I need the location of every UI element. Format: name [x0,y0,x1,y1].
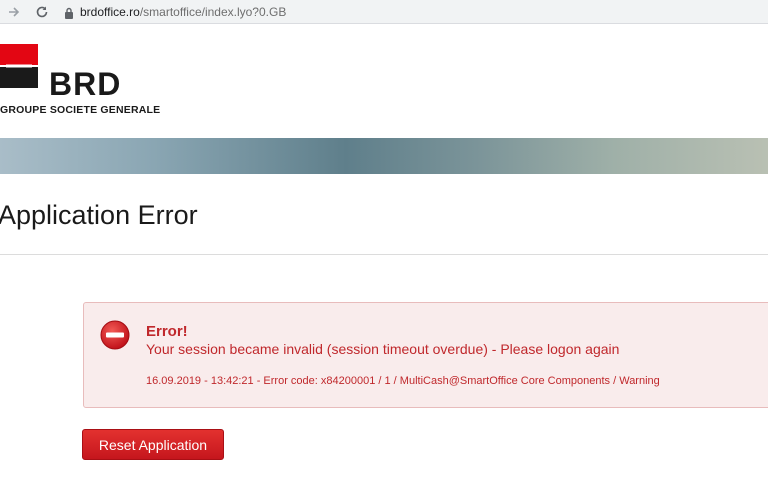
address-bar[interactable]: brdoffice.ro/smartoffice/index.lyo?0.GB [80,5,286,19]
forward-arrow-icon[interactable] [4,2,24,22]
error-heading: Error! [146,323,188,340]
error-stop-icon [100,320,130,350]
browser-toolbar: brdoffice.ro/smartoffice/index.lyo?0.GB [0,0,768,24]
reset-application-button[interactable]: Reset Application [82,429,224,460]
brd-logo-icon [0,44,38,88]
error-alert: Error! Your session became invalid (sess… [83,302,768,408]
logo-text: BRD [49,66,122,102]
logo-subtitle: GROUPE SOCIETE GENERALE [0,104,161,116]
lock-icon[interactable] [64,6,74,19]
site-header: BRD GROUPE SOCIETE GENERALE [0,24,768,138]
page-title: Application Error [0,200,198,230]
url-path: /smartoffice/index.lyo?0.GB [139,4,287,19]
url-host: brdoffice.ro [80,4,140,19]
divider [0,254,768,255]
error-detail: 16.09.2019 - 13:42:21 - Error code: x842… [146,375,660,387]
error-message: Your session became invalid (session tim… [146,341,620,357]
reload-icon[interactable] [32,2,52,22]
header-banner [0,138,768,174]
